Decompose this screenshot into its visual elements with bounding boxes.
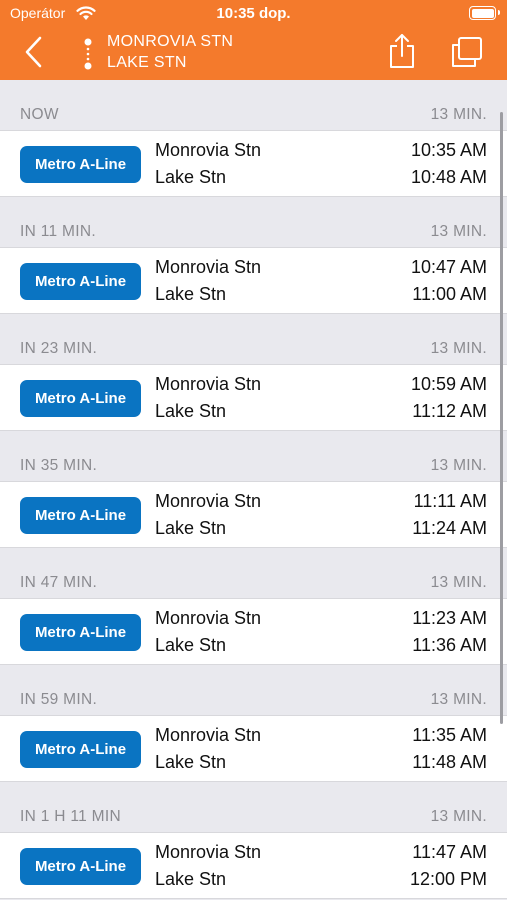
origin-stop: Monrovia Stn bbox=[155, 608, 262, 628]
trip-row[interactable]: Metro A-Line Monrovia Stn Lake Stn 10:59 AM… bbox=[0, 364, 507, 431]
line-badge: Metro A-Line bbox=[20, 263, 141, 300]
line-badge: Metro A-Line bbox=[20, 380, 141, 417]
trip-duration-label: 13 MIN. bbox=[430, 574, 487, 591]
destination-stop: Lake Stn bbox=[155, 752, 227, 772]
destination-stop: Lake Stn bbox=[155, 869, 227, 889]
departs-in-label: IN 35 MIN. bbox=[20, 457, 98, 474]
departs-in-label: IN 11 MIN. bbox=[20, 223, 96, 240]
departure-time: 10:35 AM bbox=[410, 140, 487, 160]
trip-duration-label: 13 MIN. bbox=[430, 223, 487, 240]
origin-stop: Monrovia Stn bbox=[155, 491, 262, 511]
arrival-time: 11:36 AM bbox=[412, 635, 487, 655]
departure-time: 10:59 AM bbox=[410, 374, 487, 394]
departure-time: 11:23 AM bbox=[412, 608, 487, 628]
trip-row[interactable]: Metro A-Line Monrovia Stn Lake Stn 10:47 AM… bbox=[0, 247, 507, 314]
status-bar: Operátor 10:35 dop. bbox=[0, 0, 507, 28]
trip-section-header: IN 11 MIN. 13 MIN. bbox=[0, 197, 507, 247]
departs-in-label: IN 23 MIN. bbox=[20, 340, 98, 357]
departure-time: 10:47 AM bbox=[410, 257, 487, 277]
trip-duration-label: 13 MIN. bbox=[430, 106, 487, 123]
arrival-time: 12:00 PM bbox=[409, 869, 487, 889]
line-badge: Metro A-Line bbox=[20, 731, 141, 768]
departs-in-label: NOW bbox=[20, 106, 59, 123]
trip-section-header: NOW 13 MIN. bbox=[0, 80, 507, 130]
trip-duration-label: 13 MIN. bbox=[430, 340, 487, 357]
departure-time: 11:11 AM bbox=[413, 491, 487, 511]
trip-row[interactable]: Metro A-Line Monrovia Stn Lake Stn 10:35 AM… bbox=[0, 130, 507, 197]
scrollbar[interactable] bbox=[500, 112, 503, 724]
line-badge: Metro A-Line bbox=[20, 848, 141, 885]
trip-row[interactable]: Metro A-Line Monrovia Stn Lake Stn 11:47 AM… bbox=[0, 832, 507, 899]
route-origin: MONROVIA STN bbox=[107, 33, 234, 50]
line-badge: Metro A-Line bbox=[20, 614, 141, 651]
destination-stop: Lake Stn bbox=[155, 167, 227, 187]
share-icon[interactable] bbox=[386, 32, 418, 70]
back-button[interactable] bbox=[18, 34, 48, 70]
trip-row[interactable]: Metro A-Line Monrovia Stn Lake Stn 11:35 AM… bbox=[0, 715, 507, 782]
departs-in-label: IN 1 H 11 MIN bbox=[20, 808, 121, 825]
departs-in-label: IN 47 MIN. bbox=[20, 574, 98, 591]
origin-stop: Monrovia Stn bbox=[155, 374, 262, 394]
arrival-time: 11:48 AM bbox=[412, 752, 487, 772]
departure-time: 11:47 AM bbox=[412, 842, 487, 862]
trip-section-header: IN 23 MIN. 13 MIN. bbox=[0, 314, 507, 364]
trip-list[interactable]: NOW 13 MIN. Metro A-Line Monrovia Stn Lake S… bbox=[0, 80, 507, 900]
route-destination: LAKE STN bbox=[107, 54, 187, 71]
destination-stop: Lake Stn bbox=[155, 401, 227, 421]
trip-duration-label: 13 MIN. bbox=[430, 808, 487, 825]
trip-section-header: IN 35 MIN. 13 MIN. bbox=[0, 431, 507, 481]
arrival-time: 11:24 AM bbox=[412, 518, 487, 538]
origin-stop: Monrovia Stn bbox=[155, 725, 262, 745]
origin-stop: Monrovia Stn bbox=[155, 257, 262, 277]
trip-section-header: IN 1 H 11 MIN 13 MIN. bbox=[0, 782, 507, 832]
arrival-time: 10:48 AM bbox=[410, 167, 487, 187]
status-clock: 10:35 dop. bbox=[216, 5, 291, 22]
nav-header: Operátor 10:35 dop. MONROVIA STN LAKE ST… bbox=[0, 0, 507, 80]
arrival-time: 11:12 AM bbox=[412, 401, 487, 421]
line-badge: Metro A-Line bbox=[20, 497, 141, 534]
arrival-time: 11:00 AM bbox=[412, 284, 487, 304]
trip-row[interactable]: Metro A-Line Monrovia Stn Lake Stn 11:23 AM… bbox=[0, 598, 507, 665]
trip-section-header: IN 59 MIN. 13 MIN. bbox=[0, 665, 507, 715]
destination-stop: Lake Stn bbox=[155, 635, 227, 655]
line-badge: Metro A-Line bbox=[20, 146, 141, 183]
route-dots-icon bbox=[84, 38, 92, 70]
origin-stop: Monrovia Stn bbox=[155, 842, 262, 862]
trip-row[interactable]: Metro A-Line Monrovia Stn Lake Stn 11:11 AM… bbox=[0, 481, 507, 548]
departure-time: 11:35 AM bbox=[412, 725, 487, 745]
trip-duration-label: 13 MIN. bbox=[430, 691, 487, 708]
departs-in-label: IN 59 MIN. bbox=[20, 691, 98, 708]
destination-stop: Lake Stn bbox=[155, 518, 227, 538]
origin-stop: Monrovia Stn bbox=[155, 140, 262, 160]
trip-section-header: IN 47 MIN. 13 MIN. bbox=[0, 548, 507, 598]
battery-icon bbox=[469, 6, 500, 20]
trip-duration-label: 13 MIN. bbox=[430, 457, 487, 474]
destination-stop: Lake Stn bbox=[155, 284, 227, 304]
copy-icon[interactable] bbox=[450, 36, 484, 68]
